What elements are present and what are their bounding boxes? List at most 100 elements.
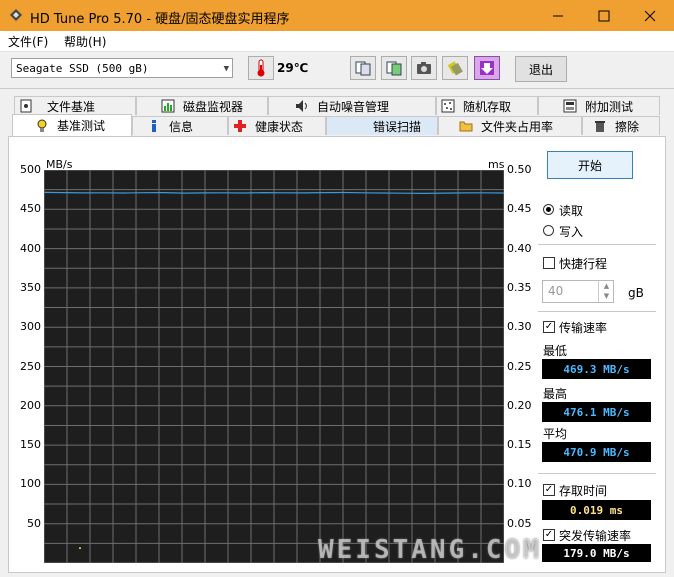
right-tick-label: 0.50 — [507, 163, 532, 176]
short-stroke-checkbox[interactable] — [543, 257, 555, 269]
burst-rate-label: 突发传输速率 — [559, 529, 632, 543]
stepper-up-icon[interactable]: ▲ — [599, 281, 614, 291]
minimize-icon[interactable] — [535, 0, 581, 31]
left-tick-label: 350 — [20, 280, 41, 294]
drive-select-value: Seagate SSD (500 gB) — [16, 62, 149, 75]
exit-button[interactable]: 退出 — [515, 56, 567, 82]
short-stroke-unit: gB — [628, 286, 644, 300]
access-time-checkbox[interactable]: ✓ — [543, 484, 555, 496]
tab-erase[interactable]: 擦除 — [582, 116, 660, 135]
info-icon — [147, 119, 161, 133]
left-tick-label: 400 — [20, 241, 41, 255]
max-label: 最高 — [543, 387, 568, 401]
watermark: WEISTANG.COM — [318, 535, 542, 565]
min-value: 469.3 MB/s — [542, 359, 651, 379]
chevron-down-icon: ▼ — [223, 64, 229, 74]
tab-label: 自动噪音管理 — [317, 99, 390, 114]
read-radio[interactable] — [543, 204, 554, 215]
left-tick-label: 50 — [27, 516, 41, 530]
window-title: HD Tune Pro 5.70 - 硬盘/固态硬盘实用程序 — [30, 12, 290, 27]
right-tick-label: 0.45 — [507, 202, 532, 216]
menu-help[interactable]: 帮助(H) — [64, 33, 106, 50]
right-tick-label: 0.15 — [507, 438, 532, 452]
camera-icon — [417, 62, 431, 74]
menu-file[interactable]: 文件(F) — [8, 33, 48, 50]
save-button[interactable] — [474, 56, 500, 80]
right-tick-label: 0.30 — [507, 320, 532, 334]
error-scan-icon — [331, 119, 345, 133]
tab-label: 附加测试 — [585, 99, 634, 114]
left-tick-label: 150 — [20, 438, 41, 452]
tab-label: 磁盘监视器 — [183, 99, 244, 114]
tab-label: 随机存取 — [463, 99, 512, 114]
health-cross-icon — [233, 119, 247, 133]
tab-label: 错误扫描 — [373, 119, 422, 134]
transfer-rate-label: 传输速率 — [559, 321, 608, 335]
short-stroke-value: 40 — [548, 284, 564, 298]
left-tick-label: 250 — [20, 359, 41, 373]
divider — [538, 244, 656, 245]
tab-benchmark[interactable]: 基准测试 — [12, 114, 132, 136]
right-tick-label: 0.05 — [507, 516, 532, 530]
temperature-button[interactable] — [248, 56, 274, 80]
tab-file-benchmark[interactable]: 文件基准 — [14, 96, 136, 115]
burst-rate-value: 179.0 MB/s — [542, 544, 651, 562]
maximize-icon[interactable] — [581, 0, 627, 31]
right-tick-label: 0.25 — [507, 359, 532, 373]
start-button[interactable]: 开始 — [547, 151, 633, 179]
options-button[interactable] — [442, 56, 468, 80]
tab-error-scan[interactable]: 错误扫描 — [326, 116, 438, 135]
access-time-value: 0.019 ms — [542, 500, 651, 520]
tab-label: 基准测试 — [57, 119, 106, 133]
right-tick-label: 0.40 — [507, 241, 532, 255]
short-stroke-label: 快捷行程 — [559, 257, 608, 271]
tab-info[interactable]: 信息 — [132, 116, 228, 135]
tab-label: 文件基准 — [47, 99, 96, 114]
drive-select[interactable]: Seagate SSD (500 gB) ▼ — [11, 58, 233, 78]
left-tick-label: 200 — [20, 398, 41, 412]
tab-label: 信息 — [169, 119, 194, 134]
min-label: 最低 — [543, 344, 568, 358]
tab-noise-management[interactable]: 自动噪音管理 — [268, 96, 436, 115]
trash-icon — [593, 119, 607, 133]
access-time-label: 存取时间 — [559, 484, 608, 498]
copy-text-button[interactable] — [350, 56, 376, 80]
right-tick-label: 0.35 — [507, 280, 532, 294]
tab-label: 健康状态 — [255, 119, 304, 134]
left-tick-label: 100 — [20, 477, 41, 491]
avg-value: 470.9 MB/s — [542, 442, 651, 462]
transfer-rate-checkbox[interactable]: ✓ — [543, 321, 555, 333]
write-label: 写入 — [559, 225, 584, 239]
arrow-down-icon — [480, 61, 494, 75]
screenshot-button[interactable] — [411, 56, 437, 80]
stepper-down-icon[interactable]: ▼ — [599, 291, 614, 301]
tab-extra-tests[interactable]: 附加测试 — [538, 96, 660, 115]
stepper-buttons: ▲ ▼ — [598, 281, 614, 302]
tab-random-access[interactable]: 随机存取 — [436, 96, 538, 115]
tab-label: 文件夹占用率 — [481, 119, 554, 134]
copy-image-icon — [386, 61, 402, 76]
left-tick-label: 450 — [20, 202, 41, 216]
copy-icon — [355, 61, 371, 76]
tab-health[interactable]: 健康状态 — [228, 116, 326, 135]
close-icon[interactable] — [627, 0, 673, 31]
access-time-point — [79, 547, 81, 550]
copy-image-button[interactable] — [381, 56, 407, 80]
write-radio[interactable] — [543, 225, 554, 236]
max-value: 476.1 MB/s — [542, 402, 651, 422]
lightbulb-icon — [35, 119, 49, 133]
options-icon — [447, 61, 463, 76]
left-tick-label: 300 — [20, 320, 41, 334]
tab-disk-monitor[interactable]: 磁盘监视器 — [136, 96, 268, 115]
burst-rate-checkbox[interactable]: ✓ — [543, 529, 555, 541]
bar-chart-icon — [161, 99, 175, 113]
temperature-value: 29℃ — [277, 61, 309, 75]
tab-folder-usage[interactable]: 文件夹占用率 — [438, 116, 582, 135]
right-tick-label: 0.20 — [507, 398, 532, 412]
transfer-rate-chart — [44, 170, 504, 563]
folder-icon — [459, 119, 473, 133]
random-access-icon — [441, 99, 455, 113]
read-label: 读取 — [559, 204, 584, 218]
thermometer-icon — [257, 59, 265, 77]
speaker-icon — [295, 99, 309, 113]
